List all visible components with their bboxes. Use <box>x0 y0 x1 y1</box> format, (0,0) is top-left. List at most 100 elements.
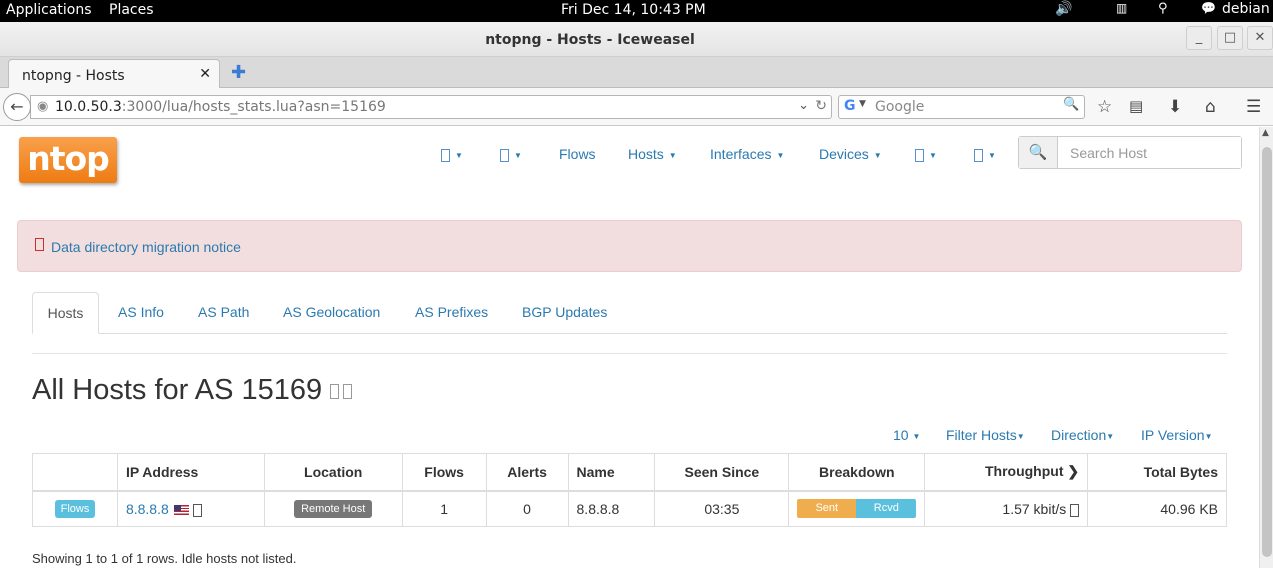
page-scrollbar[interactable]: ▲ <box>1259 127 1273 568</box>
direction-dropdown[interactable]: Direction▼ <box>1051 427 1114 443</box>
as-tabs: Hosts AS Info AS Path AS Geolocation AS … <box>32 292 1227 334</box>
host-name: 8.8.8.8 <box>567 490 656 527</box>
search-engine-dropdown-icon[interactable]: ▼ <box>859 99 866 109</box>
column-header-name[interactable]: Name <box>567 453 656 492</box>
title-glyph-icon <box>330 383 340 399</box>
home-icon[interactable]: ⌂ <box>1205 97 1216 117</box>
rcvd-segment: Rcvd <box>856 499 917 519</box>
trend-glyph-icon <box>1070 503 1080 517</box>
volume-icon[interactable]: 🔊 <box>1055 1 1072 17</box>
browser-tab[interactable]: ntopng - Hosts ✕ <box>8 59 220 89</box>
column-header-actions <box>32 453 118 492</box>
places-menu[interactable]: Places <box>109 2 154 18</box>
new-tab-icon[interactable]: ✚ <box>231 62 246 83</box>
host-search-input[interactable] <box>1059 137 1241 168</box>
close-window-icon[interactable]: ✕ <box>1247 26 1273 50</box>
nav-devices-dropdown[interactable]: Devices ▼ <box>819 146 882 162</box>
tab-as-geolocation[interactable]: AS Geolocation <box>283 292 380 334</box>
nav-user-dropdown[interactable]: ▼ <box>974 146 996 162</box>
browser-search-field[interactable]: G ▼ Google 🔍 <box>838 95 1085 119</box>
close-tab-icon[interactable]: ✕ <box>199 66 211 82</box>
alerts-count: 0 <box>485 490 569 527</box>
column-header-alerts[interactable]: Alerts <box>485 453 569 492</box>
back-button[interactable]: ← <box>3 93 31 121</box>
reading-list-icon[interactable]: ▤ <box>1129 97 1143 115</box>
url-host: 10.0.50.3 <box>55 99 122 115</box>
minimize-icon[interactable]: _ <box>1186 26 1212 50</box>
user-menu[interactable]: debian <box>1222 1 1270 17</box>
throughput-value: 1.57 kbit/s <box>1002 500 1067 517</box>
browser-navigation-bar: ◉ 10.0.50.3:3000/lua/hosts_stats.lua?asn… <box>0 88 1273 126</box>
search-icon: 🔍 <box>1028 144 1048 161</box>
clock[interactable]: Fri Dec 14, 10:43 PM <box>561 2 706 18</box>
search-icon[interactable]: 🔍 <box>1063 97 1081 115</box>
scroll-up-icon[interactable]: ▲ <box>1262 128 1269 138</box>
nav-settings-dropdown[interactable]: ▼ <box>915 146 937 162</box>
tab-as-path[interactable]: AS Path <box>198 292 249 334</box>
browser-tab-strip: ntopng - Hosts ✕ ✚ <box>0 57 1273 89</box>
nav-hosts-dropdown[interactable]: Hosts ▼ <box>628 146 677 162</box>
system-glyph-icon <box>500 148 509 162</box>
table-header-row: IP Address Location Flows Alerts Name Se… <box>32 453 1227 492</box>
tab-as-prefixes[interactable]: AS Prefixes <box>415 292 488 334</box>
scrollbar-thumb[interactable] <box>1262 147 1272 557</box>
column-header-ip[interactable]: IP Address <box>116 453 265 492</box>
title-glyph-icon-2 <box>343 383 353 399</box>
chat-icon[interactable]: 💬 <box>1201 1 1216 15</box>
column-header-throughput[interactable]: Throughput ❯ <box>924 453 1089 492</box>
applications-menu[interactable]: Applications <box>6 2 92 18</box>
seen-since: 03:35 <box>654 490 790 527</box>
url-bar[interactable]: ◉ 10.0.50.3:3000/lua/hosts_stats.lua?asn… <box>30 95 832 119</box>
network-icon[interactable]: ▥ <box>1116 1 1127 15</box>
direction-label: Direction <box>1051 427 1107 443</box>
google-icon[interactable]: G <box>844 98 856 114</box>
reload-icon[interactable]: ↻ <box>815 98 827 114</box>
nav-hosts-label: Hosts <box>628 146 664 162</box>
ip-version-dropdown[interactable]: IP Version▼ <box>1141 427 1212 443</box>
tab-hosts[interactable]: Hosts <box>32 292 99 334</box>
column-header-breakdown: Breakdown <box>788 453 926 492</box>
migration-alert: Data directory migration notice <box>17 220 1242 272</box>
page-size-dropdown[interactable]: 10 ▼ <box>893 427 920 443</box>
warning-icon <box>35 238 44 251</box>
ntop-logo[interactable]: ntop <box>19 137 117 183</box>
throughput-header-label: Throughput <box>984 463 1064 480</box>
filter-hosts-dropdown[interactable]: Filter Hosts▼ <box>946 427 1025 443</box>
host-search-button[interactable]: 🔍 <box>1019 137 1058 168</box>
downloads-icon[interactable]: ⬇ <box>1168 97 1182 117</box>
sort-chevron-down-icon: ❯ <box>1067 463 1080 480</box>
ntopng-page: ntop ▼ ▼ Flows Hosts ▼ Interfaces ▼ Device… <box>0 127 1259 568</box>
url-history-dropdown-icon[interactable]: ⌄ <box>798 98 809 113</box>
nav-flows[interactable]: Flows <box>559 146 596 162</box>
flows-button[interactable]: Flows <box>54 500 96 519</box>
accessibility-icon[interactable]: ⚲ <box>1158 1 1168 16</box>
maximize-icon[interactable]: □ <box>1217 26 1243 50</box>
column-header-total-bytes[interactable]: Total Bytes <box>1087 453 1227 492</box>
user-glyph-icon <box>974 148 983 162</box>
column-header-seen-since[interactable]: Seen Since <box>654 453 790 492</box>
window-title-bar: ntopng - Hosts - Iceweasel _ □ ✕ <box>0 22 1273 57</box>
migration-notice-link[interactable]: Data directory migration notice <box>51 239 241 255</box>
breakdown-bar: Sent Rcvd <box>797 499 917 519</box>
back-arrow-icon: ← <box>10 97 24 116</box>
menu-icon[interactable]: ☰ <box>1246 97 1261 117</box>
nav-system-dropdown[interactable]: ▼ <box>500 146 522 162</box>
ip-address-link[interactable]: 8.8.8.8 <box>126 501 169 517</box>
tab-bgp-updates[interactable]: BGP Updates <box>522 292 607 334</box>
ip-version-label: IP Version <box>1141 427 1205 443</box>
bookmark-star-icon[interactable]: ☆ <box>1097 97 1112 117</box>
page-size-value: 10 <box>893 427 909 443</box>
nav-devices-label: Devices <box>819 146 869 162</box>
column-header-location[interactable]: Location <box>263 453 403 492</box>
table-footer-note: Showing 1 to 1 of 1 rows. Idle hosts not… <box>32 551 297 566</box>
nav-interfaces-dropdown[interactable]: Interfaces ▼ <box>710 146 784 162</box>
nav-interfaces-label: Interfaces <box>710 146 772 162</box>
url-path: :3000/lua/hosts_stats.lua?asn=15169 <box>121 99 386 115</box>
system-top-bar: Applications Places Fri Dec 14, 10:43 PM… <box>0 0 1273 22</box>
total-bytes: 40.96 KB <box>1087 490 1227 527</box>
host-search: 🔍 <box>1018 136 1242 169</box>
nav-home-dropdown[interactable]: ▼ <box>441 146 463 162</box>
column-header-flows[interactable]: Flows <box>401 453 487 492</box>
tab-as-info[interactable]: AS Info <box>118 292 164 334</box>
table-row: Flows 8.8.8.8 Remote Host 1 0 8.8.8.8 03… <box>32 490 1227 527</box>
